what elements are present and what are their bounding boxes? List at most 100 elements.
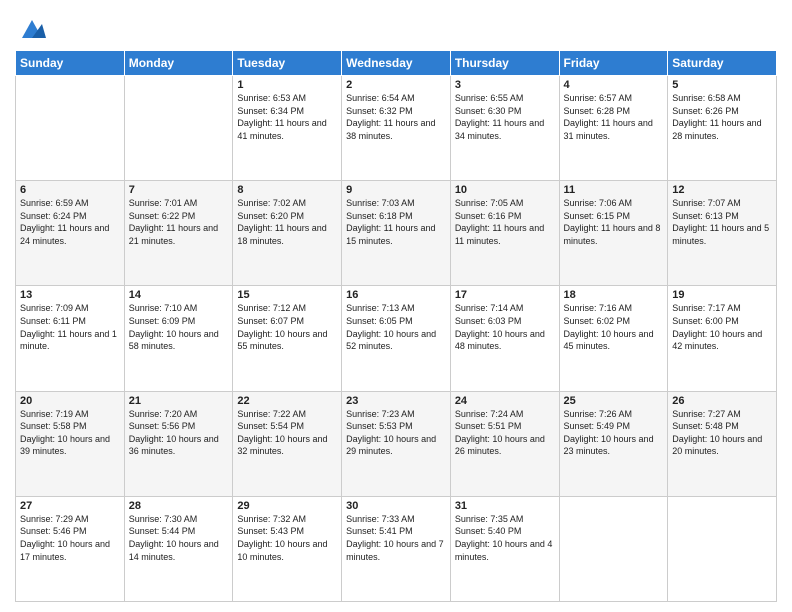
- day-info: Sunrise: 7:10 AMSunset: 6:09 PMDaylight:…: [129, 302, 229, 352]
- day-info: Sunrise: 7:32 AMSunset: 5:43 PMDaylight:…: [237, 513, 337, 563]
- day-info: Sunrise: 7:13 AMSunset: 6:05 PMDaylight:…: [346, 302, 446, 352]
- week-row-3: 13Sunrise: 7:09 AMSunset: 6:11 PMDayligh…: [16, 286, 777, 391]
- calendar-cell: [124, 76, 233, 181]
- calendar-cell: [668, 496, 777, 601]
- calendar-cell: 31Sunrise: 7:35 AMSunset: 5:40 PMDayligh…: [450, 496, 559, 601]
- day-number: 27: [20, 500, 120, 512]
- weekday-friday: Friday: [559, 51, 668, 76]
- day-number: 9: [346, 184, 446, 196]
- day-info: Sunrise: 7:01 AMSunset: 6:22 PMDaylight:…: [129, 197, 229, 247]
- calendar-table: SundayMondayTuesdayWednesdayThursdayFrid…: [15, 50, 777, 602]
- day-number: 15: [237, 289, 337, 301]
- weekday-sunday: Sunday: [16, 51, 125, 76]
- day-info: Sunrise: 7:14 AMSunset: 6:03 PMDaylight:…: [455, 302, 555, 352]
- calendar-cell: 2Sunrise: 6:54 AMSunset: 6:32 PMDaylight…: [342, 76, 451, 181]
- weekday-wednesday: Wednesday: [342, 51, 451, 76]
- calendar-cell: 5Sunrise: 6:58 AMSunset: 6:26 PMDaylight…: [668, 76, 777, 181]
- calendar-cell: 23Sunrise: 7:23 AMSunset: 5:53 PMDayligh…: [342, 391, 451, 496]
- calendar-cell: 12Sunrise: 7:07 AMSunset: 6:13 PMDayligh…: [668, 181, 777, 286]
- weekday-header-row: SundayMondayTuesdayWednesdayThursdayFrid…: [16, 51, 777, 76]
- day-number: 29: [237, 500, 337, 512]
- calendar-cell: 11Sunrise: 7:06 AMSunset: 6:15 PMDayligh…: [559, 181, 668, 286]
- day-info: Sunrise: 7:12 AMSunset: 6:07 PMDaylight:…: [237, 302, 337, 352]
- day-info: Sunrise: 7:27 AMSunset: 5:48 PMDaylight:…: [672, 408, 772, 458]
- day-info: Sunrise: 6:54 AMSunset: 6:32 PMDaylight:…: [346, 92, 446, 142]
- day-info: Sunrise: 7:02 AMSunset: 6:20 PMDaylight:…: [237, 197, 337, 247]
- calendar-cell: 18Sunrise: 7:16 AMSunset: 6:02 PMDayligh…: [559, 286, 668, 391]
- day-number: 13: [20, 289, 120, 301]
- calendar-cell: 17Sunrise: 7:14 AMSunset: 6:03 PMDayligh…: [450, 286, 559, 391]
- logo: [15, 14, 46, 42]
- day-number: 21: [129, 395, 229, 407]
- day-info: Sunrise: 6:53 AMSunset: 6:34 PMDaylight:…: [237, 92, 337, 142]
- logo-icon: [18, 14, 46, 42]
- day-number: 11: [564, 184, 664, 196]
- calendar-cell: 8Sunrise: 7:02 AMSunset: 6:20 PMDaylight…: [233, 181, 342, 286]
- day-info: Sunrise: 7:16 AMSunset: 6:02 PMDaylight:…: [564, 302, 664, 352]
- weekday-monday: Monday: [124, 51, 233, 76]
- calendar-cell: 10Sunrise: 7:05 AMSunset: 6:16 PMDayligh…: [450, 181, 559, 286]
- week-row-4: 20Sunrise: 7:19 AMSunset: 5:58 PMDayligh…: [16, 391, 777, 496]
- day-number: 17: [455, 289, 555, 301]
- day-number: 31: [455, 500, 555, 512]
- calendar-cell: 20Sunrise: 7:19 AMSunset: 5:58 PMDayligh…: [16, 391, 125, 496]
- calendar-cell: 1Sunrise: 6:53 AMSunset: 6:34 PMDaylight…: [233, 76, 342, 181]
- day-number: 26: [672, 395, 772, 407]
- day-number: 30: [346, 500, 446, 512]
- day-number: 16: [346, 289, 446, 301]
- day-number: 5: [672, 79, 772, 91]
- day-info: Sunrise: 6:57 AMSunset: 6:28 PMDaylight:…: [564, 92, 664, 142]
- week-row-5: 27Sunrise: 7:29 AMSunset: 5:46 PMDayligh…: [16, 496, 777, 601]
- calendar-cell: [559, 496, 668, 601]
- day-info: Sunrise: 7:09 AMSunset: 6:11 PMDaylight:…: [20, 302, 120, 352]
- day-info: Sunrise: 7:20 AMSunset: 5:56 PMDaylight:…: [129, 408, 229, 458]
- day-number: 12: [672, 184, 772, 196]
- day-info: Sunrise: 7:03 AMSunset: 6:18 PMDaylight:…: [346, 197, 446, 247]
- weekday-saturday: Saturday: [668, 51, 777, 76]
- calendar-cell: 30Sunrise: 7:33 AMSunset: 5:41 PMDayligh…: [342, 496, 451, 601]
- day-info: Sunrise: 6:55 AMSunset: 6:30 PMDaylight:…: [455, 92, 555, 142]
- day-info: Sunrise: 7:23 AMSunset: 5:53 PMDaylight:…: [346, 408, 446, 458]
- day-info: Sunrise: 7:30 AMSunset: 5:44 PMDaylight:…: [129, 513, 229, 563]
- day-number: 8: [237, 184, 337, 196]
- calendar-cell: 14Sunrise: 7:10 AMSunset: 6:09 PMDayligh…: [124, 286, 233, 391]
- calendar-cell: 9Sunrise: 7:03 AMSunset: 6:18 PMDaylight…: [342, 181, 451, 286]
- day-number: 22: [237, 395, 337, 407]
- day-info: Sunrise: 7:33 AMSunset: 5:41 PMDaylight:…: [346, 513, 446, 563]
- header: [15, 10, 777, 42]
- week-row-2: 6Sunrise: 6:59 AMSunset: 6:24 PMDaylight…: [16, 181, 777, 286]
- day-info: Sunrise: 7:29 AMSunset: 5:46 PMDaylight:…: [20, 513, 120, 563]
- day-number: 6: [20, 184, 120, 196]
- page: SundayMondayTuesdayWednesdayThursdayFrid…: [0, 0, 792, 612]
- calendar-cell: 7Sunrise: 7:01 AMSunset: 6:22 PMDaylight…: [124, 181, 233, 286]
- week-row-1: 1Sunrise: 6:53 AMSunset: 6:34 PMDaylight…: [16, 76, 777, 181]
- day-info: Sunrise: 7:24 AMSunset: 5:51 PMDaylight:…: [455, 408, 555, 458]
- calendar-cell: 25Sunrise: 7:26 AMSunset: 5:49 PMDayligh…: [559, 391, 668, 496]
- calendar-cell: 3Sunrise: 6:55 AMSunset: 6:30 PMDaylight…: [450, 76, 559, 181]
- day-number: 7: [129, 184, 229, 196]
- day-info: Sunrise: 7:07 AMSunset: 6:13 PMDaylight:…: [672, 197, 772, 247]
- calendar-cell: 19Sunrise: 7:17 AMSunset: 6:00 PMDayligh…: [668, 286, 777, 391]
- day-number: 4: [564, 79, 664, 91]
- day-number: 20: [20, 395, 120, 407]
- day-number: 10: [455, 184, 555, 196]
- calendar-cell: 24Sunrise: 7:24 AMSunset: 5:51 PMDayligh…: [450, 391, 559, 496]
- day-number: 18: [564, 289, 664, 301]
- calendar-cell: 21Sunrise: 7:20 AMSunset: 5:56 PMDayligh…: [124, 391, 233, 496]
- day-info: Sunrise: 6:59 AMSunset: 6:24 PMDaylight:…: [20, 197, 120, 247]
- calendar-cell: 6Sunrise: 6:59 AMSunset: 6:24 PMDaylight…: [16, 181, 125, 286]
- day-info: Sunrise: 7:22 AMSunset: 5:54 PMDaylight:…: [237, 408, 337, 458]
- calendar-cell: [16, 76, 125, 181]
- calendar-cell: 13Sunrise: 7:09 AMSunset: 6:11 PMDayligh…: [16, 286, 125, 391]
- day-number: 28: [129, 500, 229, 512]
- calendar-cell: 15Sunrise: 7:12 AMSunset: 6:07 PMDayligh…: [233, 286, 342, 391]
- day-info: Sunrise: 7:06 AMSunset: 6:15 PMDaylight:…: [564, 197, 664, 247]
- calendar-cell: 27Sunrise: 7:29 AMSunset: 5:46 PMDayligh…: [16, 496, 125, 601]
- day-number: 23: [346, 395, 446, 407]
- calendar-cell: 16Sunrise: 7:13 AMSunset: 6:05 PMDayligh…: [342, 286, 451, 391]
- day-number: 2: [346, 79, 446, 91]
- day-number: 19: [672, 289, 772, 301]
- day-info: Sunrise: 7:26 AMSunset: 5:49 PMDaylight:…: [564, 408, 664, 458]
- calendar-cell: 28Sunrise: 7:30 AMSunset: 5:44 PMDayligh…: [124, 496, 233, 601]
- day-info: Sunrise: 7:05 AMSunset: 6:16 PMDaylight:…: [455, 197, 555, 247]
